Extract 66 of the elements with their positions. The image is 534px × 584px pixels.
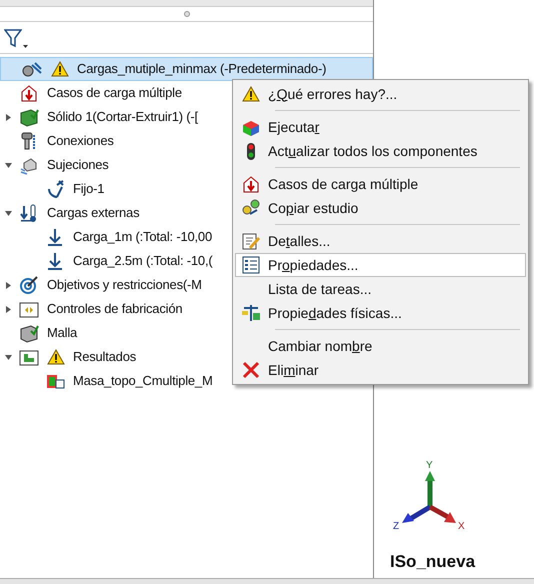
solid-mesh-icon bbox=[19, 107, 39, 127]
axis-label: X bbox=[458, 520, 465, 532]
collapse-arrow-icon[interactable] bbox=[4, 162, 12, 168]
collapse-arrow-icon[interactable] bbox=[4, 354, 12, 360]
tree-item-label: Resultados bbox=[73, 348, 136, 366]
menu-item[interactable]: Cambiar nombre bbox=[235, 334, 526, 358]
expand-arrow-icon[interactable] bbox=[4, 114, 12, 120]
tree-item-label: Malla bbox=[47, 324, 78, 342]
mesh-icon bbox=[19, 323, 39, 343]
axis-triad-drawing bbox=[402, 470, 456, 522]
menu-item[interactable]: Actualizar todos los componentes bbox=[235, 139, 526, 163]
menu-item-label: Copiar estudio bbox=[268, 198, 358, 218]
expand-arrow-icon[interactable] bbox=[4, 306, 12, 312]
tree-item-label: Cargas externas bbox=[47, 204, 140, 222]
delete-icon bbox=[241, 360, 261, 380]
axis-label: Z bbox=[393, 520, 400, 532]
menu-item-label: Cambiar nombre bbox=[268, 336, 372, 356]
edit-details-icon bbox=[241, 231, 261, 251]
menu-item-label: Lista de tareas... bbox=[268, 280, 372, 298]
tree-item-label: Fijo-1 bbox=[73, 180, 104, 198]
tree-item-label: Controles de fabricación bbox=[47, 300, 182, 318]
properties-list-icon bbox=[241, 255, 261, 275]
tree-item-label: Objetivos y restricciones(-M bbox=[47, 276, 202, 294]
caret-icon bbox=[23, 44, 28, 48]
view-name: ISo_nueva bbox=[390, 550, 476, 572]
collapse-arrow-icon[interactable] bbox=[4, 210, 12, 216]
tree-item[interactable]: Cargas_mutiple_minmax (-Predeterminado-) bbox=[0, 57, 373, 81]
axis-label: Y bbox=[426, 460, 433, 470]
tree-item-label: Conexiones bbox=[47, 132, 114, 150]
menu-item[interactable]: Eliminar bbox=[235, 358, 526, 382]
menu-item-label: Propiedades físicas... bbox=[268, 304, 402, 323]
tree-item-label: Cargas_mutiple_minmax (-Predeterminado-) bbox=[77, 60, 326, 78]
menu-item[interactable]: Copiar estudio bbox=[235, 196, 526, 220]
tree-item-label: Sólido 1(Cortar-Extruir1) (-[ bbox=[47, 108, 198, 126]
menu-item[interactable]: Detalles... bbox=[235, 229, 526, 253]
menu-item-label: ¿Qué errores hay?... bbox=[268, 84, 398, 104]
warning-icon bbox=[51, 61, 69, 77]
expand-arrow-icon[interactable] bbox=[4, 282, 12, 288]
splitter-handle[interactable] bbox=[184, 11, 190, 17]
tree-item-label: Carga_2.5m (:Total: -10,( bbox=[73, 252, 213, 270]
load-thermometer-icon bbox=[19, 203, 39, 223]
load-cases-icon bbox=[19, 83, 39, 103]
tree-item-label: Masa_topo_Cmultiple_M bbox=[73, 372, 213, 390]
menu-item[interactable]: ¿Qué errores hay?... bbox=[235, 82, 526, 106]
menu-item[interactable]: Propiedades físicas... bbox=[235, 301, 526, 325]
menu-item-label: Ejecutar bbox=[268, 118, 320, 137]
menu-item[interactable]: Propiedades... bbox=[235, 253, 526, 277]
warning-icon bbox=[47, 349, 65, 365]
menu-item-label: Casos de carga múltiple bbox=[268, 174, 418, 194]
menu-item[interactable]: Ejecutar bbox=[235, 115, 526, 139]
menu-item-label: Propiedades... bbox=[268, 256, 358, 275]
menu-item-label: Actualizar todos los componentes bbox=[268, 142, 478, 161]
down-arrow-icon bbox=[45, 251, 65, 271]
menu-item[interactable]: Lista de tareas... bbox=[235, 277, 526, 301]
tree-item-label: Casos de carga múltiple bbox=[47, 84, 182, 102]
tree-item-label: Carga_1m (:Total: -10,00 bbox=[73, 228, 212, 246]
balance-scale-icon bbox=[241, 303, 261, 323]
target-icon bbox=[19, 275, 39, 295]
menu-item-label: Eliminar bbox=[268, 360, 319, 380]
filter-button[interactable] bbox=[4, 28, 28, 48]
down-arrow-icon bbox=[45, 227, 65, 247]
menu-item-label: Detalles... bbox=[268, 232, 330, 250]
warning-icon bbox=[242, 86, 260, 102]
menu-item[interactable]: Casos de carga múltiple bbox=[235, 172, 526, 196]
tree-item-label: Sujeciones bbox=[47, 156, 109, 174]
load-cases-icon bbox=[241, 174, 261, 194]
